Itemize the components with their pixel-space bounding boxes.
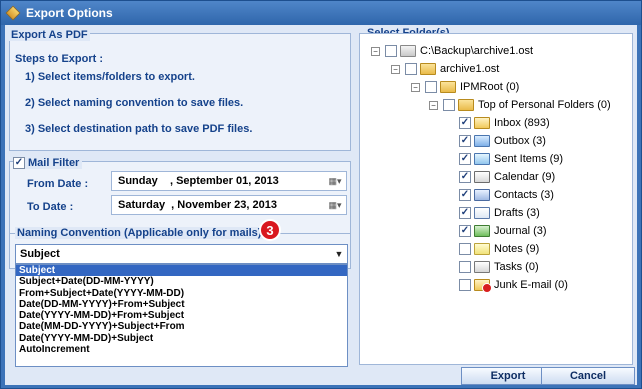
to-date-picker[interactable]: Saturday , November 23, 2013 ▦▾: [111, 195, 347, 215]
folder-icon: [420, 63, 436, 75]
collapse-icon[interactable]: −: [411, 82, 420, 92]
step-badge: 3: [259, 219, 281, 241]
from-date-picker[interactable]: Sunday , September 01, 2013 ▦▾: [111, 171, 347, 191]
sent-items-folder-icon: [474, 153, 490, 165]
step-2: 2) Select naming convention to save file…: [25, 97, 244, 109]
tree-checkbox[interactable]: ✓: [459, 171, 471, 183]
window-title: Export Options: [26, 6, 113, 20]
tree-checkbox[interactable]: ✓: [459, 225, 471, 237]
folder-icon: [440, 81, 456, 93]
tree-item-contacts[interactable]: ✓ Contacts (3): [459, 187, 554, 203]
tree-item-drafts[interactable]: ✓ Drafts (3): [459, 205, 540, 221]
tree-checkbox[interactable]: [385, 45, 397, 57]
to-date-label: To Date :: [27, 201, 74, 213]
drafts-folder-icon: [474, 207, 490, 219]
tree-label: Contacts (3): [494, 189, 554, 201]
tree-checkbox[interactable]: [459, 279, 471, 291]
tree-label: Outbox (3): [494, 135, 546, 147]
tree-label: archive1.ost: [440, 63, 500, 75]
naming-option[interactable]: AutoIncrement: [16, 344, 347, 355]
mail-filter-checkbox[interactable]: ✓ Mail Filter: [13, 157, 83, 169]
tree-label: Notes (9): [494, 243, 540, 255]
tree-item-top-personal[interactable]: − Top of Personal Folders (0): [429, 97, 611, 113]
tree-checkbox[interactable]: ✓: [459, 153, 471, 165]
tree-label: Drafts (3): [494, 207, 540, 219]
tree-item-calendar[interactable]: ✓ Calendar (9): [459, 169, 555, 185]
steps-title: Steps to Export :: [15, 53, 104, 65]
tree-checkbox[interactable]: ✓: [459, 189, 471, 201]
tree-item-sent-items[interactable]: ✓ Sent Items (9): [459, 151, 563, 167]
tree-item-inbox[interactable]: ✓ Inbox (893): [459, 115, 550, 131]
dialog-body: Export As PDF Steps to Export : 1) Selec…: [5, 25, 637, 385]
naming-option[interactable]: Subject+Date(DD-MM-YYYY): [16, 276, 347, 287]
naming-convention-dropdown: Subject Subject+Date(DD-MM-YYYY) From+Su…: [15, 264, 348, 367]
tree-item-notes[interactable]: Notes (9): [459, 241, 539, 257]
tree-label: Inbox (893): [494, 117, 550, 129]
export-options-window: Export Options Export As PDF Steps to Ex…: [0, 0, 642, 389]
tree-item-archive[interactable]: − archive1.ost: [391, 61, 499, 77]
collapse-icon[interactable]: −: [429, 100, 438, 110]
naming-option[interactable]: Date(MM-DD-YYYY)+Subject+From: [16, 321, 347, 332]
from-date-label: From Date :: [27, 178, 89, 190]
checkbox-checked-icon[interactable]: ✓: [13, 157, 25, 169]
collapse-icon[interactable]: −: [391, 64, 400, 74]
tree-label: Sent Items (9): [494, 153, 564, 165]
step-1: 1) Select items/folders to export.: [25, 71, 195, 83]
junk-email-folder-icon: [474, 279, 492, 293]
notes-folder-icon: [474, 243, 490, 255]
tree-label: Junk E-mail (0): [494, 279, 568, 291]
tree-checkbox[interactable]: ✓: [459, 207, 471, 219]
journal-folder-icon: [474, 225, 490, 237]
tree-checkbox[interactable]: [443, 99, 455, 111]
tree-checkbox[interactable]: [459, 243, 471, 255]
tree-label: Calendar (9): [494, 171, 556, 183]
contacts-folder-icon: [474, 189, 490, 201]
tree-checkbox[interactable]: [459, 261, 471, 273]
naming-convention-label: Naming Convention (Applicable only for m…: [15, 227, 264, 239]
tree-label: Top of Personal Folders (0): [478, 99, 611, 111]
folder-icon: [458, 99, 474, 111]
calendar-dropdown-icon[interactable]: ▦▾: [324, 197, 346, 213]
tree-item-outbox[interactable]: ✓ Outbox (3): [459, 133, 546, 149]
naming-convention-select[interactable]: Subject ▼: [15, 244, 348, 264]
naming-selected-value: Subject: [20, 248, 60, 260]
title-bar: Export Options: [1, 1, 641, 25]
naming-option[interactable]: Date(DD-MM-YYYY)+From+Subject: [16, 299, 347, 310]
step-3: 3) Select destination path to save PDF f…: [25, 123, 253, 135]
tree-item-journal[interactable]: ✓ Journal (3): [459, 223, 547, 239]
drive-icon: [400, 45, 416, 57]
tree-checkbox[interactable]: ✓: [459, 135, 471, 147]
naming-option-subject[interactable]: Subject: [16, 265, 347, 277]
from-date-value: Sunday , September 01, 2013: [118, 175, 279, 187]
tree-checkbox[interactable]: ✓: [459, 117, 471, 129]
tasks-folder-icon: [474, 261, 490, 273]
calendar-folder-icon: [474, 171, 490, 183]
tree-label: Journal (3): [494, 225, 547, 237]
collapse-icon[interactable]: −: [371, 46, 380, 56]
calendar-dropdown-icon[interactable]: ▦▾: [324, 173, 346, 189]
chevron-down-icon[interactable]: ▼: [331, 249, 347, 259]
tree-item-ipmroot[interactable]: − IPMRoot (0): [411, 79, 519, 95]
naming-option[interactable]: From+Subject+Date(YYYY-MM-DD): [16, 288, 347, 299]
to-date-value: Saturday , November 23, 2013: [118, 199, 277, 211]
mail-filter-label: Mail Filter: [28, 157, 80, 169]
tree-label: C:\Backup\archive1.ost: [420, 45, 534, 57]
naming-option[interactable]: Date(YYYY-MM-DD)+Subject: [16, 333, 347, 344]
tree-label: IPMRoot (0): [460, 81, 520, 93]
tree-checkbox[interactable]: [425, 81, 437, 93]
export-pdf-label: Export As PDF: [9, 29, 90, 41]
tree-item-root[interactable]: − C:\Backup\archive1.ost: [371, 43, 533, 59]
outbox-folder-icon: [474, 135, 490, 147]
cancel-button[interactable]: Cancel: [541, 367, 635, 385]
tree-item-tasks[interactable]: Tasks (0): [459, 259, 539, 275]
naming-option[interactable]: Date(YYYY-MM-DD)+From+Subject: [16, 310, 347, 321]
inbox-folder-icon: [474, 117, 490, 129]
tree-checkbox[interactable]: [405, 63, 417, 75]
app-icon: [5, 5, 21, 21]
tree-label: Tasks (0): [494, 261, 539, 273]
tree-item-junk-email[interactable]: Junk E-mail (0): [459, 277, 568, 293]
